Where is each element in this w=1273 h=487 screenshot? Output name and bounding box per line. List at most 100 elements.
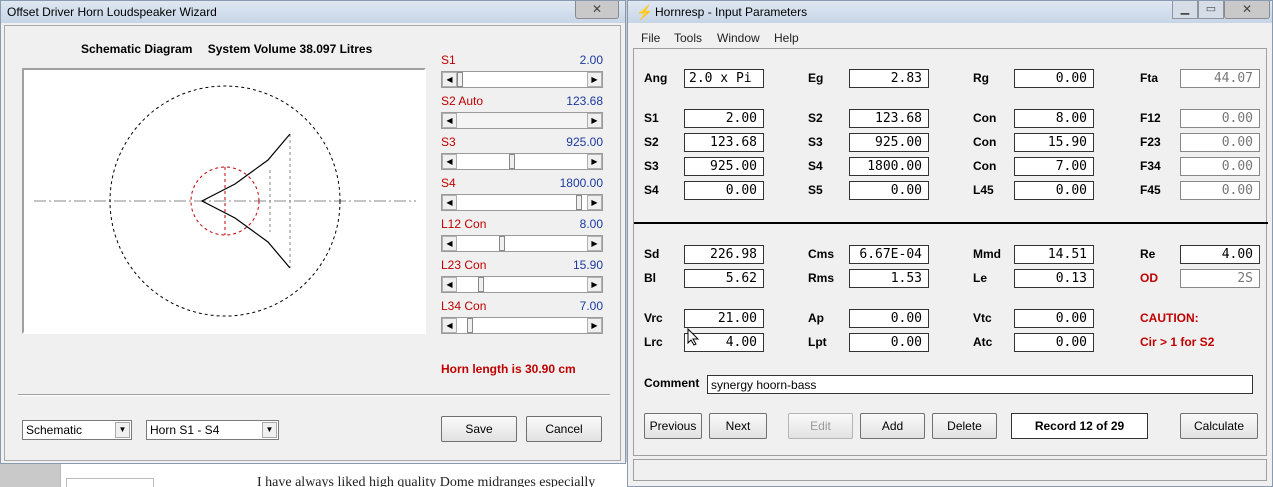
arrow-left-icon[interactable]: ◀ <box>442 154 457 169</box>
caution-text: Cir > 1 for S2 <box>1140 335 1215 349</box>
arrow-right-icon[interactable]: ▶ <box>587 318 602 333</box>
field-input-s3b[interactable]: 925.00 <box>684 157 764 176</box>
slider-track[interactable]: ◀ ▶ <box>441 317 603 334</box>
field-input-re[interactable]: 4.00 <box>1180 245 1260 264</box>
field-input-s2b[interactable]: 123.68 <box>684 133 764 152</box>
wizard-titlebar: Offset Driver Horn Loudspeaker Wizard ✕ <box>1 1 625 23</box>
field-label-s3a: S3 <box>808 135 823 149</box>
arrow-right-icon[interactable]: ▶ <box>587 195 602 210</box>
slider-track[interactable]: ◀ ▶ <box>441 71 603 88</box>
field-input-con2[interactable]: 15.90 <box>1014 133 1094 152</box>
field-input-s5[interactable]: 0.00 <box>849 181 929 200</box>
field-input-con1[interactable]: 8.00 <box>1014 109 1094 128</box>
arrow-left-icon[interactable]: ◀ <box>442 195 457 210</box>
slider-label: S4 <box>441 176 456 190</box>
save-button[interactable]: Save <box>441 416 517 442</box>
field-input-vrc[interactable]: 21.00 <box>684 309 764 328</box>
field-input-rg[interactable]: 0.00 <box>1014 69 1094 88</box>
minimize-icon[interactable]: ▁ <box>1172 1 1198 19</box>
slider-value: 8.00 <box>579 217 603 231</box>
field-input-eg[interactable]: 2.83 <box>849 69 929 88</box>
slider-thumb[interactable] <box>509 154 516 169</box>
field-input-ang[interactable]: 2.0 x Pi <box>684 69 764 88</box>
maximize-icon[interactable]: ▭ <box>1198 1 1224 19</box>
cancel-button[interactable]: Cancel <box>526 416 602 442</box>
field-label-con1: Con <box>973 111 997 125</box>
field-label-re: Re <box>1140 247 1156 261</box>
next-button[interactable]: Next <box>709 413 767 439</box>
field-label-fta: Fta <box>1140 71 1158 85</box>
field-input-f45[interactable]: 0.00 <box>1180 181 1260 200</box>
field-input-vtc[interactable]: 0.00 <box>1014 309 1094 328</box>
menu-tools[interactable]: Tools <box>674 31 702 45</box>
slider-track[interactable]: ◀ ▶ <box>441 276 603 293</box>
field-input-le[interactable]: 0.13 <box>1014 269 1094 288</box>
field-input-l45[interactable]: 0.00 <box>1014 181 1094 200</box>
field-label-mmd: Mmd <box>973 247 1001 261</box>
arrow-right-icon[interactable]: ▶ <box>587 277 602 292</box>
menu-file[interactable]: File <box>641 31 660 45</box>
arrow-right-icon[interactable]: ▶ <box>587 72 602 87</box>
slider-thumb[interactable] <box>478 277 485 292</box>
arrow-right-icon[interactable]: ▶ <box>587 113 602 128</box>
field-input-rms[interactable]: 1.53 <box>849 269 929 288</box>
slider-thumb[interactable] <box>499 236 506 251</box>
slider-track[interactable]: ◀ ▶ <box>441 153 603 170</box>
hornresp-close-button[interactable]: ✕ <box>1224 1 1270 19</box>
menu-window[interactable]: Window <box>717 31 760 45</box>
record-indicator: Record 12 of 29 <box>1011 413 1148 439</box>
arrow-left-icon[interactable]: ◀ <box>442 236 457 251</box>
arrow-right-icon[interactable]: ▶ <box>587 154 602 169</box>
view-select[interactable]: Schematic ▼ <box>22 420 132 440</box>
slider-label: S3 <box>441 135 456 149</box>
field-input-od[interactable]: 2S <box>1180 269 1260 288</box>
arrow-left-icon[interactable]: ◀ <box>442 72 457 87</box>
slider-value: 925.00 <box>566 135 603 149</box>
slider-track[interactable]: ◀ ▶ <box>441 112 603 129</box>
wizard-close-button[interactable]: ✕ <box>575 1 619 19</box>
comment-input[interactable]: synergy hoorn-bass <box>707 375 1253 394</box>
field-input-s1a[interactable]: 2.00 <box>684 109 764 128</box>
field-label-s2a: S2 <box>808 111 823 125</box>
field-label-od: OD <box>1140 271 1158 285</box>
horn-select[interactable]: Horn S1 - S4 ▼ <box>146 420 279 440</box>
field-input-mmd[interactable]: 14.51 <box>1014 245 1094 264</box>
slider-track[interactable]: ◀ ▶ <box>441 194 603 211</box>
slider-thumb[interactable] <box>576 195 583 210</box>
field-input-cms[interactable]: 6.67E-04 <box>849 245 929 264</box>
edit-button[interactable]: Edit <box>788 413 853 439</box>
field-label-f34: F34 <box>1140 159 1161 173</box>
field-label-rms: Rms <box>808 271 835 285</box>
slider-track[interactable]: ◀ ▶ <box>441 235 603 252</box>
field-input-s2a[interactable]: 123.68 <box>849 109 929 128</box>
field-input-lpt[interactable]: 0.00 <box>849 333 929 352</box>
field-input-s4b[interactable]: 0.00 <box>684 181 764 200</box>
field-input-bl[interactable]: 5.62 <box>684 269 764 288</box>
arrow-left-icon[interactable]: ◀ <box>442 318 457 333</box>
field-input-con3[interactable]: 7.00 <box>1014 157 1094 176</box>
field-input-f23[interactable]: 0.00 <box>1180 133 1260 152</box>
field-input-atc[interactable]: 0.00 <box>1014 333 1094 352</box>
calculate-button[interactable]: Calculate <box>1180 413 1258 439</box>
menu-help[interactable]: Help <box>774 31 799 45</box>
slider-thumb[interactable] <box>466 318 473 333</box>
field-input-f34[interactable]: 0.00 <box>1180 157 1260 176</box>
field-label-ap: Ap <box>808 311 824 325</box>
field-label-rg: Rg <box>973 71 989 85</box>
add-button[interactable]: Add <box>860 413 925 439</box>
delete-button[interactable]: Delete <box>932 413 997 439</box>
field-input-f12[interactable]: 0.00 <box>1180 109 1260 128</box>
arrow-left-icon[interactable]: ◀ <box>442 113 457 128</box>
field-input-sd[interactable]: 226.98 <box>684 245 764 264</box>
field-input-ap[interactable]: 0.00 <box>849 309 929 328</box>
chevron-down-icon[interactable]: ▼ <box>115 422 130 438</box>
field-label-le: Le <box>973 271 988 285</box>
arrow-right-icon[interactable]: ▶ <box>587 236 602 251</box>
field-input-s3a[interactable]: 925.00 <box>849 133 929 152</box>
field-input-s4a[interactable]: 1800.00 <box>849 157 929 176</box>
field-input-fta[interactable]: 44.07 <box>1180 69 1260 88</box>
chevron-down-icon[interactable]: ▼ <box>262 422 277 438</box>
slider-thumb[interactable] <box>457 72 463 87</box>
previous-button[interactable]: Previous <box>644 413 702 439</box>
arrow-left-icon[interactable]: ◀ <box>442 277 457 292</box>
